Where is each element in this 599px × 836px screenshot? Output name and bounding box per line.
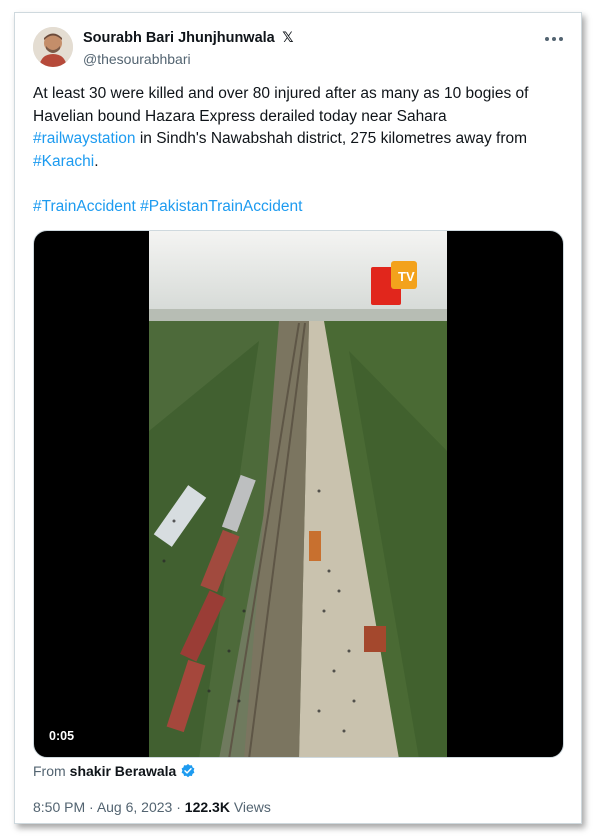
avatar-image <box>33 27 73 67</box>
hashtag-pakistantrainaccident-link[interactable]: #PakistanTrainAccident <box>140 198 302 215</box>
tweet-text: At least 30 were killed and over 80 inju… <box>33 83 573 219</box>
hashtag-railwaystation-link[interactable]: #railwaystation <box>33 130 136 147</box>
author-display-name[interactable]: Sourabh Bari Jhunjhunwala <box>83 30 275 46</box>
more-options-button[interactable] <box>543 31 565 47</box>
video-player[interactable]: TV 0:05 <box>33 230 564 758</box>
tweet-hashtags: #TrainAccident #PakistanTrainAccident <box>33 196 573 219</box>
tweet-text-line: #railwaystation in Sindh's Nawabshah dis… <box>33 130 528 148</box>
tweet-text-line: At least 30 were killed and over 80 inju… <box>33 85 529 102</box>
video-thumbnail[interactable]: TV <box>149 231 447 757</box>
more-horizontal-icon <box>545 37 549 41</box>
hashtag-trainaccident-link[interactable]: #TrainAccident <box>33 198 136 215</box>
source-account-link[interactable]: shakir Berawala <box>70 763 177 779</box>
tweet-text-line: #Karachi. <box>33 152 99 170</box>
tweet-time[interactable]: 8:50 PM <box>33 799 85 815</box>
tweet-meta: 8:50 PM · Aug 6, 2023 · 122.3K Views <box>33 799 271 815</box>
verified-badge-icon <box>181 764 195 778</box>
tweet-text-line: Havelian bound Hazara Express derailed t… <box>33 107 447 125</box>
author-handle[interactable]: @thesourabhbari <box>83 51 293 67</box>
x-logo-icon: 𝕏 <box>282 29 294 45</box>
author-info: Sourabh Bari Jhunjhunwala 𝕏 @thesourabhb… <box>83 29 293 67</box>
avatar[interactable] <box>33 27 73 67</box>
hashtag-karachi-link[interactable]: #Karachi <box>33 153 94 170</box>
aerial-derailment-image: TV <box>149 231 447 757</box>
channel-logo-text: TV <box>398 269 415 284</box>
video-source: From shakir Berawala <box>33 763 196 779</box>
tweet-date[interactable]: Aug 6, 2023 <box>97 799 173 815</box>
tweet-card: Sourabh Bari Jhunjhunwala 𝕏 @thesourabhb… <box>14 12 582 824</box>
tweet-header: Sourabh Bari Jhunjhunwala 𝕏 @thesourabhb… <box>33 27 565 71</box>
views-label: Views <box>233 799 271 815</box>
video-duration: 0:05 <box>44 727 80 745</box>
views-count: 122.3K <box>184 799 230 815</box>
